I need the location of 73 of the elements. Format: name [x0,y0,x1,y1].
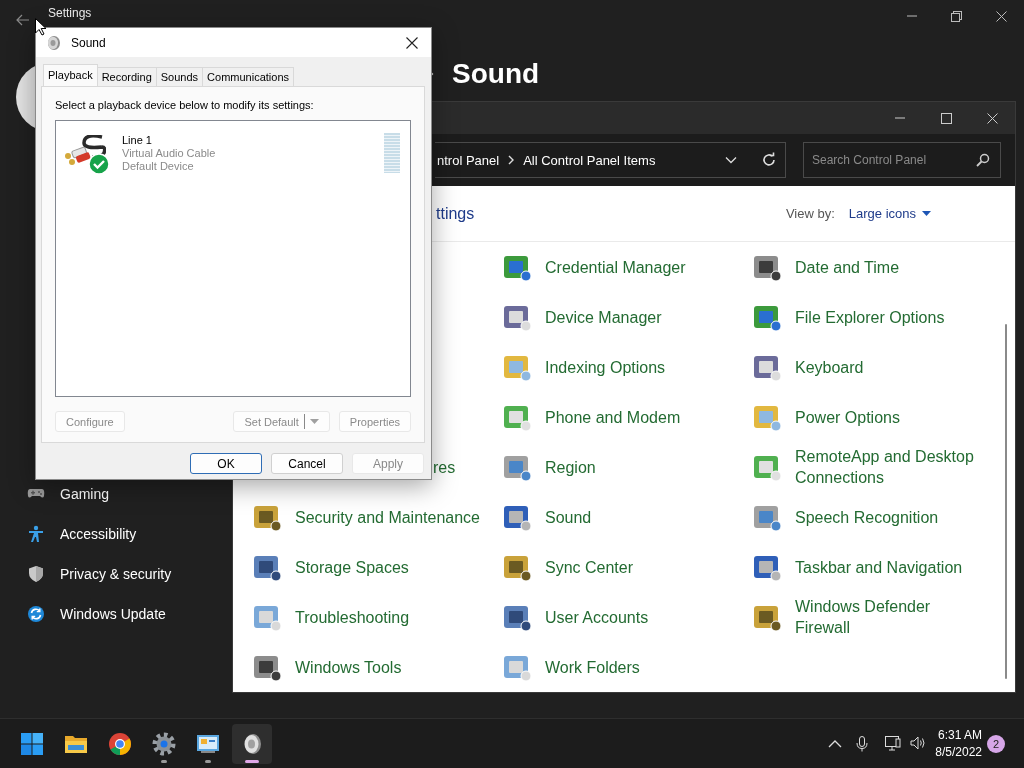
breadcrumb-item[interactable]: All Control Panel Items [523,152,656,168]
view-by-label: View by: [785,206,835,221]
applet-link[interactable]: Troubleshooting [295,606,410,628]
caret-icon [922,211,931,216]
address-bar[interactable]: ntrol Panel All Control Panel Items [435,142,786,178]
applet-link[interactable]: File Explorer Options [795,306,945,328]
applet-link[interactable]: Credential Manager [545,256,686,278]
volume-icon[interactable] [910,736,927,750]
search-icon[interactable] [976,153,990,167]
clock-time[interactable]: 6:31 AM [935,726,982,744]
chevron-up-icon[interactable] [828,739,843,748]
applet-link[interactable]: Date and Time [795,256,900,278]
shield-icon [27,565,45,583]
applet-link[interactable]: Taskbar and Navigation [795,556,963,578]
nav-item[interactable]: Privacy & security [60,566,172,582]
microphone-icon[interactable] [856,735,869,752]
update-icon [27,605,45,623]
close-button[interactable] [406,36,418,49]
nav-item[interactable]: Accessibility [60,526,137,542]
button[interactable]: OK [190,453,262,474]
close-button[interactable] [996,10,1007,22]
chevron-down-icon[interactable] [725,156,737,164]
dialog-title: Sound [71,35,106,50]
applet-link[interactable]: RemoteApp and Desktop Connections [795,446,977,488]
tab[interactable]: Recording [96,67,157,86]
window-title: Settings [48,6,92,20]
applet-link[interactable]: Windows Tools [295,656,402,678]
device-description: Virtual Audio Cable [122,147,216,160]
nav-item[interactable]: Gaming [60,486,110,502]
gear-icon[interactable] [152,731,176,756]
applet-link[interactable]: User Accounts [545,606,649,628]
device-list[interactable]: Line 1 Virtual Audio Cable Default Device [55,120,411,397]
applet-link[interactable]: Windows Defender Firewall [795,596,977,638]
breadcrumb-item[interactable]: ntrol Panel [437,152,500,168]
search-field[interactable]: Search Control Panel [803,142,1001,178]
page-title: Sound [452,58,540,90]
scrollbar[interactable] [1005,324,1007,679]
restore-button[interactable] [951,10,962,22]
button[interactable]: Cancel [271,453,343,474]
applet-link[interactable]: Power Options [795,406,900,428]
browser-icon[interactable] [108,731,132,756]
tab[interactable]: Communications [202,67,294,86]
person-icon [27,525,45,543]
applet-link[interactable]: Sync Center [545,556,634,578]
applet-link[interactable]: Speech Recognition [795,506,939,528]
applet-link[interactable]: Phone and Modem [545,406,681,428]
view-dropdown[interactable]: Large icons [848,206,931,221]
caret-icon [309,419,319,424]
speaker-icon [45,34,61,51]
applet-link[interactable]: Device Manager [545,306,662,328]
applet-link[interactable]: Work Folders [545,656,640,678]
applet-link[interactable]: Keyboard [795,356,864,378]
instruction-text: Select a playback device below to modify its settings: [55,99,315,111]
network-icon[interactable] [885,736,902,751]
applet-link[interactable]: Sound [545,506,592,528]
applet-link[interactable]: Indexing Options [545,356,666,378]
maximize-button[interactable] [940,112,952,124]
back-arrow-icon[interactable] [16,14,30,26]
device-name: Line 1 [122,134,153,147]
applet-link[interactable]: res [433,456,456,478]
start-icon[interactable] [20,731,44,756]
tab[interactable]: Playback [43,64,98,86]
applet-link[interactable]: Storage Spaces [295,556,409,578]
audio-cable-icon [62,135,106,165]
nav-item[interactable]: Windows Update [60,606,166,622]
chevron-right-icon [507,155,516,165]
refresh-icon[interactable] [761,152,777,168]
clock-date[interactable]: 8/5/2022 [935,743,982,761]
applet-link[interactable]: Region [545,456,596,478]
applet-link[interactable]: Security and Maintenance [295,506,480,528]
heading: ttings [436,204,475,223]
notification-badge[interactable]: 2 [987,734,1005,753]
device-status: Default Device [122,160,195,173]
